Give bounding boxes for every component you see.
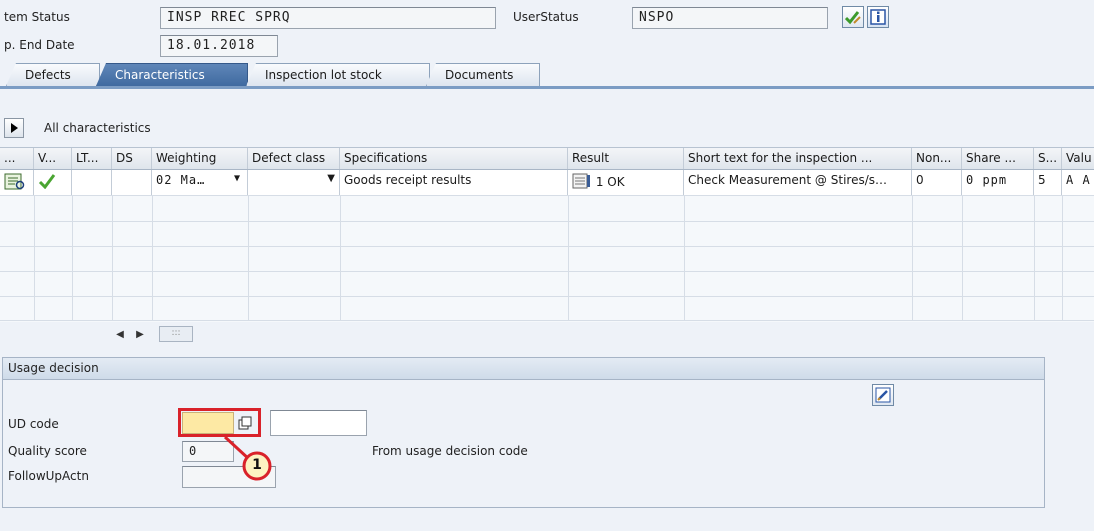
callout-overlay [223, 435, 272, 481]
callout-number: 1 [252, 457, 262, 473]
